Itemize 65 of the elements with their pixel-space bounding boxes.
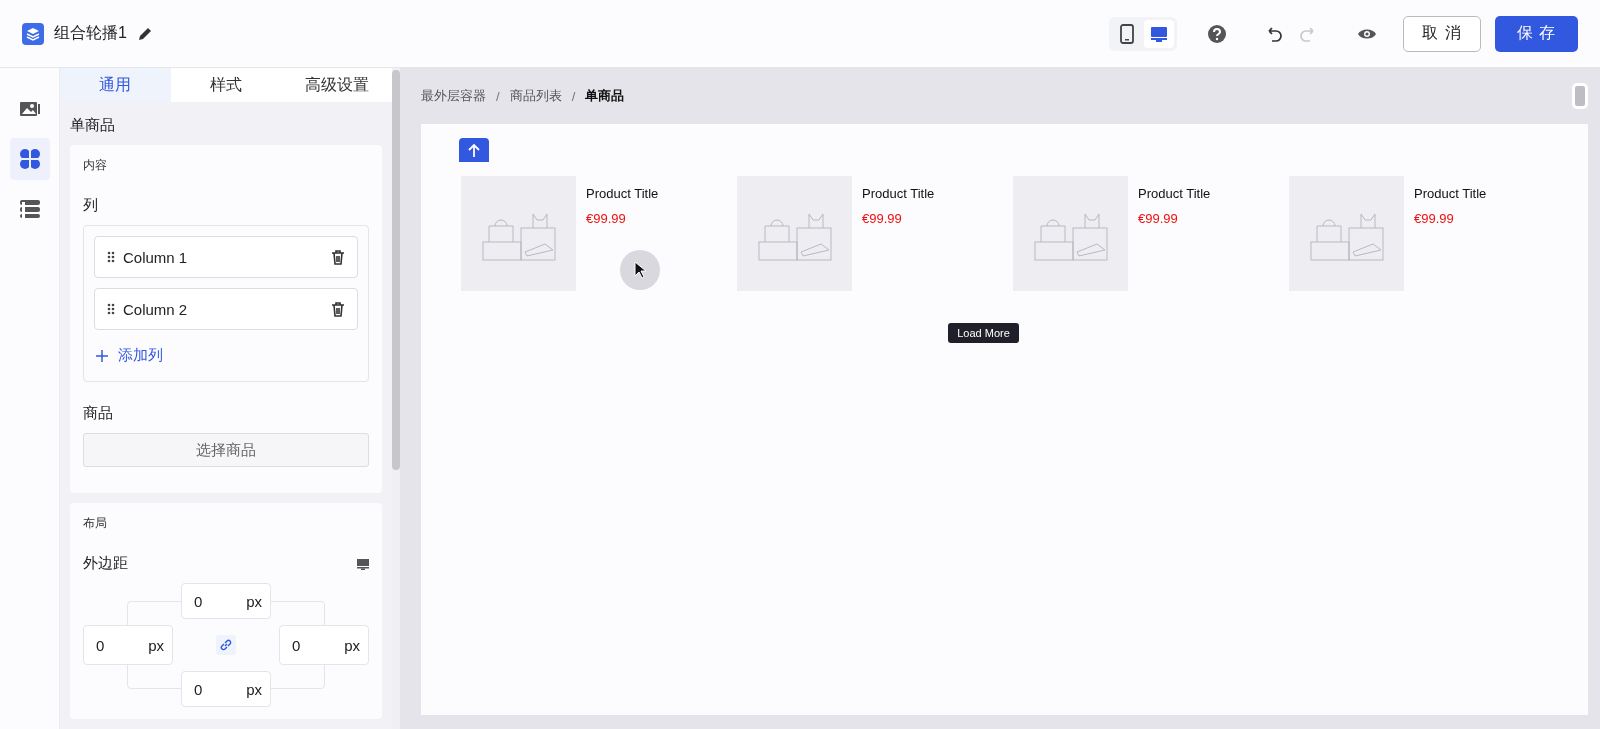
product-card[interactable]: Product Title €99.99 <box>1287 164 1530 301</box>
product-card[interactable]: Product Title €99.99 <box>1011 164 1254 301</box>
drag-handle-icon[interactable] <box>107 251 115 263</box>
margin-left-field[interactable]: 0 px <box>83 625 173 665</box>
column-name: Column 2 <box>123 300 189 318</box>
desktop-view-button[interactable] <box>1144 19 1175 48</box>
margin-right-field[interactable]: 0 px <box>279 625 369 665</box>
product-price: €99.99 <box>1414 211 1455 226</box>
unit-label: px <box>344 636 360 654</box>
cancel-button[interactable]: 取 消 <box>1403 15 1481 52</box>
tab[interactable]: 通用 <box>60 68 171 102</box>
product-title: Product Title <box>1414 186 1487 201</box>
unit-label: px <box>148 636 164 654</box>
unit-label: px <box>246 592 262 610</box>
breadcrumb-item[interactable]: 最外层容器 <box>421 87 486 105</box>
card-title: 布局 <box>83 515 108 532</box>
add-column-button[interactable]: 添加列 <box>94 340 165 375</box>
load-more-button[interactable]: Load More <box>948 323 1019 343</box>
help-icon[interactable] <box>1207 23 1228 44</box>
product-price: €99.99 <box>862 211 903 226</box>
card-title: 内容 <box>83 157 108 174</box>
product-price: €99.99 <box>586 211 627 226</box>
desktop-icon[interactable] <box>357 557 369 570</box>
product-card[interactable]: Product Title €99.99 <box>459 164 702 301</box>
unit-label: px <box>246 680 262 698</box>
undo-icon[interactable] <box>1265 24 1284 43</box>
mobile-icon <box>1119 23 1136 44</box>
breadcrumb-separator: / <box>496 88 500 104</box>
margin-bottom-field[interactable]: 0 px <box>181 671 271 707</box>
margin-value: 0 <box>96 636 105 654</box>
cursor-icon <box>620 250 660 290</box>
product-price: €99.99 <box>1138 211 1179 226</box>
trash-icon[interactable] <box>331 301 345 317</box>
product-title: Product Title <box>586 186 659 201</box>
pencil-icon[interactable] <box>136 25 153 42</box>
link-icon[interactable] <box>216 635 236 655</box>
column-name: Column 1 <box>123 248 189 266</box>
arrow-up-icon <box>468 143 480 157</box>
scrollbar[interactable] <box>1572 83 1588 109</box>
trash-icon[interactable] <box>331 249 345 265</box>
save-button[interactable]: 保 存 <box>1494 15 1578 52</box>
desktop-icon <box>1150 24 1169 43</box>
margin-value: 0 <box>194 592 203 610</box>
product-title: Product Title <box>1138 186 1211 201</box>
column-row[interactable]: Column 1 <box>94 236 358 278</box>
column-row[interactable]: Column 2 <box>94 288 358 330</box>
move-up-button[interactable] <box>459 138 489 162</box>
columns-label: 列 <box>83 196 99 215</box>
page-title: 组合轮播1 <box>54 23 127 43</box>
product-card[interactable]: Product Title €99.99 <box>735 164 978 301</box>
plus-icon <box>96 349 108 362</box>
layers-logo-icon <box>22 22 44 45</box>
product-title: Product Title <box>862 186 935 201</box>
products-label: 商品 <box>83 404 114 423</box>
section-title: 单商品 <box>70 116 116 135</box>
margin-value: 0 <box>194 680 203 698</box>
breadcrumb-item[interactable]: 商品列表 <box>509 87 562 105</box>
choose-products-button[interactable]: 选择商品 <box>83 433 369 467</box>
margin-top-field[interactable]: 0 px <box>181 583 271 619</box>
breadcrumb-item: 单商品 <box>585 87 625 105</box>
margin-label: 外边距 <box>83 554 128 573</box>
breadcrumb-separator: / <box>571 88 576 104</box>
components-icon[interactable] <box>9 138 50 180</box>
margin-value: 0 <box>292 636 301 654</box>
drag-handle-icon[interactable] <box>107 303 115 315</box>
